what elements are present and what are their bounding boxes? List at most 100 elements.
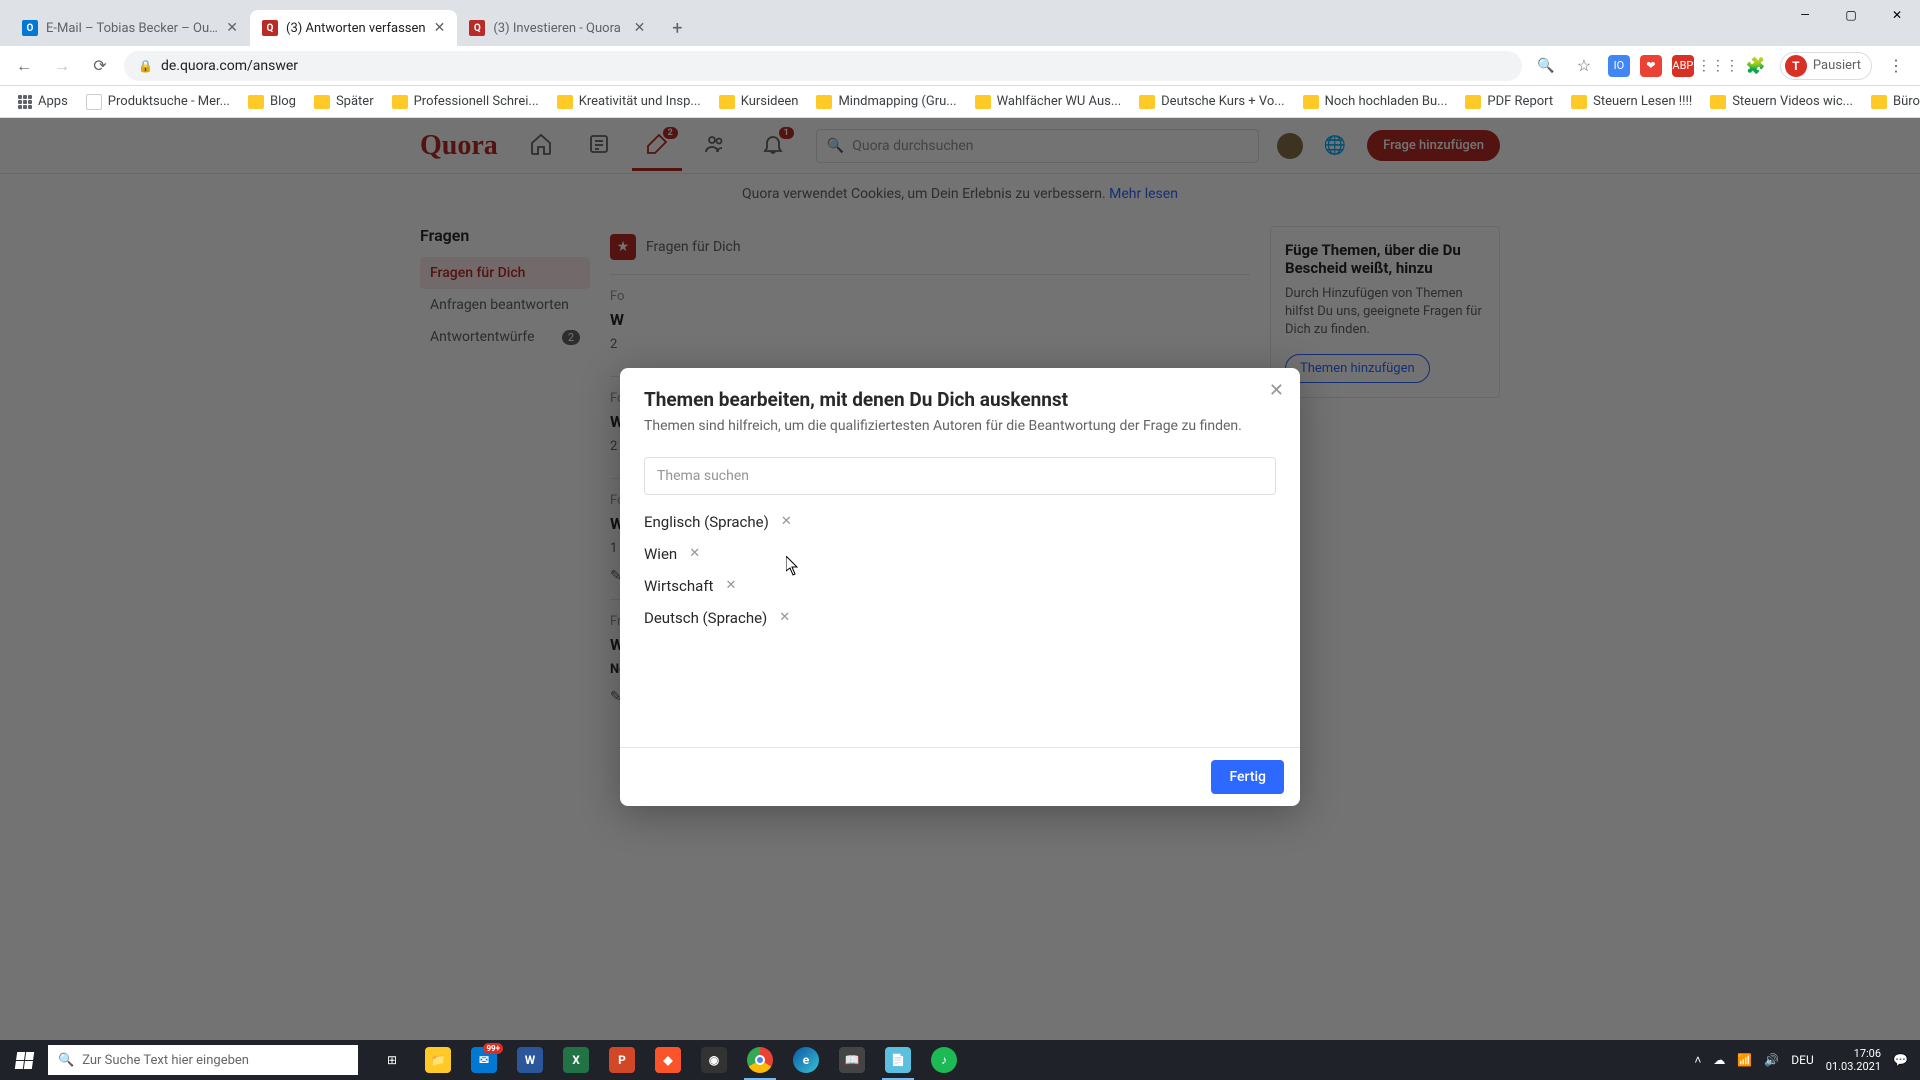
- topic-remove-icon[interactable]: ✕: [779, 610, 790, 625]
- tab-close-icon[interactable]: ✕: [226, 20, 238, 36]
- window-maximize-button[interactable]: ▢: [1828, 0, 1874, 30]
- bookmark-item[interactable]: Blog: [242, 90, 302, 113]
- search-icon: 🔍: [58, 1053, 74, 1068]
- zoom-icon[interactable]: 🔍: [1532, 52, 1560, 80]
- browser-tab-quora-answers[interactable]: Q (3) Antworten verfassen ✕: [250, 10, 457, 46]
- chrome-icon[interactable]: [738, 1040, 782, 1080]
- bookmark-label: Professionell Schrei...: [414, 94, 539, 109]
- bookmark-item[interactable]: Büro: [1865, 90, 1920, 113]
- folder-icon: [1710, 95, 1726, 109]
- bookmark-item[interactable]: Noch hochladen Bu...: [1297, 90, 1454, 113]
- powerpoint-icon[interactable]: P: [600, 1040, 644, 1080]
- profile-avatar: T: [1785, 55, 1807, 77]
- reader-icon[interactable]: 📖: [830, 1040, 874, 1080]
- bookmark-label: Produktsuche - Mer...: [108, 94, 230, 109]
- taskbar-apps: ⊞ 📁 ✉99+ W X P ◆ ◉ e 📖 📄 ♪: [370, 1040, 966, 1080]
- brave-icon[interactable]: ◆: [646, 1040, 690, 1080]
- bookmark-item[interactable]: Kursideen: [713, 90, 805, 113]
- tray-notifications-icon[interactable]: 💬: [1893, 1053, 1908, 1067]
- bookmark-apps[interactable]: Apps: [12, 90, 74, 113]
- topic-remove-icon[interactable]: ✕: [781, 514, 792, 529]
- tray-clock[interactable]: 17:06 01.03.2021: [1826, 1047, 1881, 1073]
- bookmark-label: Kursideen: [741, 94, 799, 109]
- bookmark-label: Steuern Lesen !!!!: [1593, 94, 1692, 109]
- new-tab-button[interactable]: +: [663, 14, 691, 42]
- topic-remove-icon[interactable]: ✕: [689, 546, 700, 561]
- bookmark-item[interactable]: Steuern Lesen !!!!: [1565, 90, 1698, 113]
- spotify-icon[interactable]: ♪: [922, 1040, 966, 1080]
- bookmark-label: PDF Report: [1487, 94, 1553, 109]
- tray-chevron-up-icon[interactable]: ˄: [1694, 1053, 1701, 1067]
- bookmark-item[interactable]: PDF Report: [1459, 90, 1559, 113]
- taskbar-search-input[interactable]: 🔍 Zur Suche Text hier eingeben: [48, 1045, 358, 1075]
- window-close-button[interactable]: ✕: [1874, 0, 1920, 30]
- folder-icon: [1303, 95, 1319, 109]
- bookmark-item[interactable]: Deutsche Kurs + Vo...: [1133, 90, 1290, 113]
- extensions-puzzle-icon[interactable]: 🧩: [1742, 52, 1770, 80]
- folder-icon: [816, 95, 832, 109]
- folder-icon: [1465, 95, 1481, 109]
- folder-icon: [1571, 95, 1587, 109]
- tray-wifi-icon[interactable]: 📶: [1737, 1053, 1752, 1067]
- extension-apps-icon[interactable]: ⋮⋮⋮: [1704, 52, 1732, 80]
- search-placeholder: Zur Suche Text hier eingeben: [82, 1053, 249, 1068]
- back-button[interactable]: ←: [10, 52, 38, 80]
- bookmark-item[interactable]: Kreativität und Insp...: [551, 90, 707, 113]
- excel-icon[interactable]: X: [554, 1040, 598, 1080]
- edge-icon[interactable]: e: [784, 1040, 828, 1080]
- folder-icon: [557, 95, 573, 109]
- done-button[interactable]: Fertig: [1211, 760, 1284, 794]
- folder-icon: [719, 95, 735, 109]
- bookmark-star-icon[interactable]: ☆: [1570, 52, 1598, 80]
- apps-grid-icon: [18, 95, 32, 109]
- bookmark-item[interactable]: Wahlfächer WU Aus...: [969, 90, 1128, 113]
- profile-chip[interactable]: T Pausiert: [1780, 52, 1872, 80]
- notepad-icon[interactable]: 📄: [876, 1040, 920, 1080]
- mail-app-icon[interactable]: ✉99+: [462, 1040, 506, 1080]
- topic-label: Deutsch (Sprache): [644, 609, 767, 627]
- word-icon[interactable]: W: [508, 1040, 552, 1080]
- bookmark-item[interactable]: Mindmapping (Gru...: [810, 90, 962, 113]
- folder-icon: [248, 95, 264, 109]
- bookmark-label: Wahlfächer WU Aus...: [997, 94, 1122, 109]
- extension-icon[interactable]: ❤: [1640, 55, 1662, 77]
- topic-chip: Wien✕: [644, 545, 1276, 563]
- tray-cloud-icon[interactable]: ☁: [1713, 1053, 1725, 1067]
- tray-language[interactable]: DEU: [1791, 1053, 1813, 1067]
- start-button[interactable]: [0, 1040, 48, 1080]
- favicon-outlook: O: [22, 20, 38, 36]
- topic-chip: Wirtschaft✕: [644, 577, 1276, 595]
- forward-button[interactable]: →: [48, 52, 76, 80]
- bookmark-item[interactable]: Später: [308, 90, 380, 113]
- file-explorer-icon[interactable]: 📁: [416, 1040, 460, 1080]
- modal-close-icon[interactable]: ✕: [1269, 380, 1284, 401]
- tray-volume-icon[interactable]: 🔊: [1764, 1053, 1779, 1067]
- topic-search-input[interactable]: [644, 457, 1276, 495]
- folder-icon: [975, 95, 991, 109]
- bookmark-label: Apps: [38, 94, 68, 109]
- browser-tab-outlook[interactable]: O E-Mail – Tobias Becker – Outlook ✕: [10, 10, 250, 46]
- bookmark-label: Noch hochladen Bu...: [1325, 94, 1448, 109]
- browser-tab-quora-invest[interactable]: Q (3) Investieren - Quora ✕: [457, 10, 657, 46]
- extension-adblock-icon[interactable]: ABP: [1672, 55, 1694, 77]
- folder-icon: [314, 95, 330, 109]
- obs-icon[interactable]: ◉: [692, 1040, 736, 1080]
- reload-button[interactable]: ⟳: [86, 52, 114, 80]
- tab-title: E-Mail – Tobias Becker – Outlook: [46, 21, 218, 36]
- folder-icon: [1139, 95, 1155, 109]
- chrome-menu-icon[interactable]: ⋮: [1882, 52, 1910, 80]
- bookmark-item[interactable]: Professionell Schrei...: [386, 90, 545, 113]
- tab-close-icon[interactable]: ✕: [434, 20, 446, 36]
- topic-remove-icon[interactable]: ✕: [725, 578, 736, 593]
- bookmark-item[interactable]: Steuern Videos wic...: [1704, 90, 1859, 113]
- toolbar-right: 🔍 ☆ IO ❤ ABP ⋮⋮⋮ 🧩 T Pausiert ⋮: [1532, 52, 1910, 80]
- bookmark-label: Deutsche Kurs + Vo...: [1161, 94, 1284, 109]
- address-bar[interactable]: 🔒 de.quora.com/answer: [124, 51, 1522, 81]
- bookmark-item[interactable]: Produktsuche - Mer...: [80, 90, 236, 114]
- window-minimize-button[interactable]: —: [1782, 0, 1828, 30]
- tab-close-icon[interactable]: ✕: [634, 20, 646, 36]
- topic-list: Englisch (Sprache)✕ Wien✕ Wirtschaft✕ De…: [644, 513, 1276, 627]
- extension-icon[interactable]: IO: [1608, 55, 1630, 77]
- task-view-icon[interactable]: ⊞: [370, 1040, 414, 1080]
- bookmark-label: Steuern Videos wic...: [1732, 94, 1853, 109]
